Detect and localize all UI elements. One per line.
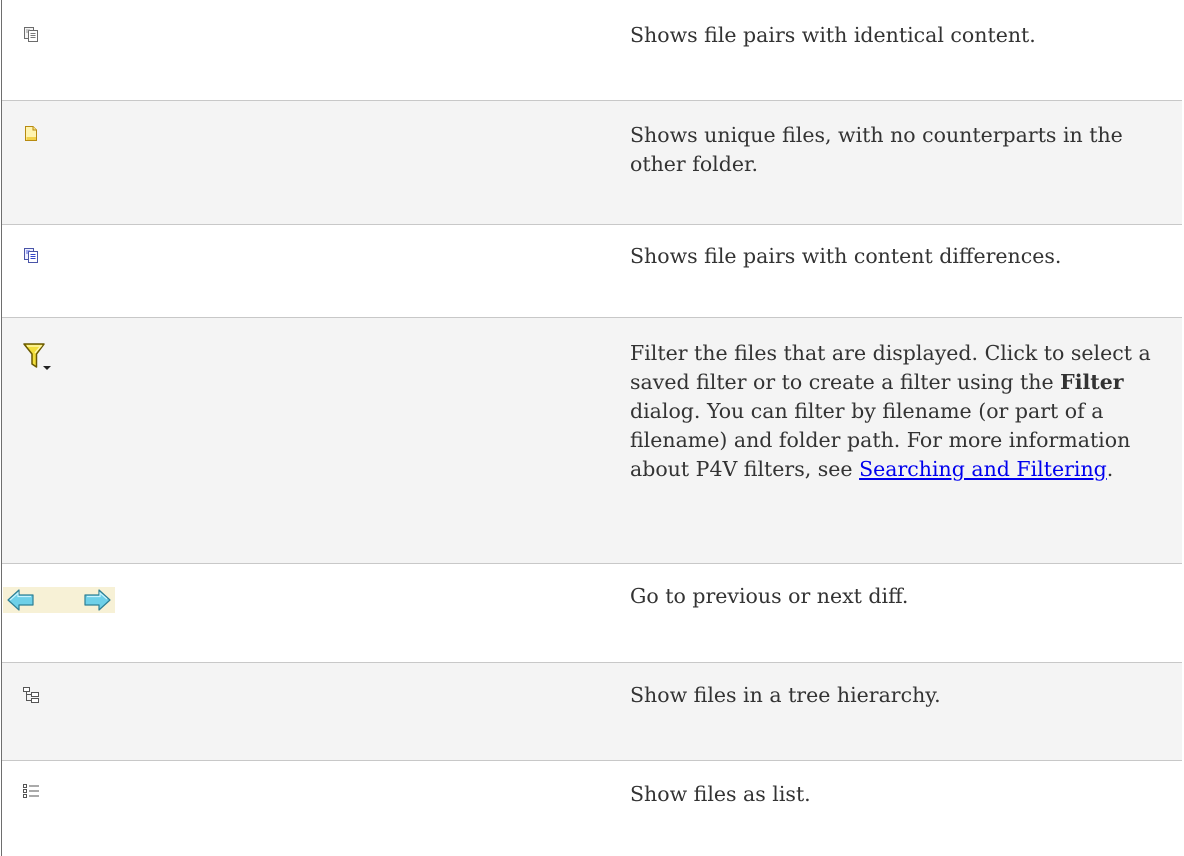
icon-cell <box>2 0 617 101</box>
filter-dialog-name: Filter <box>1060 370 1123 394</box>
icon-cell <box>2 318 617 564</box>
table-row: Shows file pairs with content difference… <box>2 225 1183 318</box>
table-row: Show files in a tree hierarchy. <box>2 663 1183 761</box>
icon-cell <box>2 564 617 663</box>
description-cell: Go to previous or next diff. <box>616 564 1182 663</box>
description-cell: Shows file pairs with identical content. <box>616 0 1182 101</box>
table-row: Shows file pairs with identical content. <box>2 0 1183 101</box>
description-cell: Show files as list. <box>616 761 1182 856</box>
list-view-icon <box>23 783 40 800</box>
table-row: Shows unique files, with no counterparts… <box>2 101 1183 225</box>
description-cell: Shows file pairs with content difference… <box>616 225 1182 318</box>
unique-file-icon <box>23 125 39 142</box>
description-cell: Show files in a tree hierarchy. <box>616 663 1182 761</box>
icon-description-table: Shows file pairs with identical content.… <box>1 0 1182 856</box>
previous-next-arrows-icon <box>23 587 115 613</box>
table-row: Show files as list. <box>2 761 1183 856</box>
row-description: Shows file pairs with content difference… <box>630 242 1176 271</box>
row-description: Show files as list. <box>630 780 1176 809</box>
row-description: Show files in a tree hierarchy. <box>630 681 1176 710</box>
icon-cell <box>2 761 617 856</box>
table-row: Go to previous or next diff. <box>2 564 1183 663</box>
row-description: Shows unique files, with no counterparts… <box>630 121 1176 179</box>
table-row: Filter the files that are displayed. Cli… <box>2 318 1183 564</box>
tree-hierarchy-icon <box>23 687 40 704</box>
identical-files-icon <box>23 26 40 43</box>
filter-funnel-icon <box>23 342 53 372</box>
searching-and-filtering-link[interactable]: Searching and Filtering <box>859 457 1107 481</box>
different-files-icon <box>23 247 40 264</box>
row-description: Filter the files that are displayed. Cli… <box>630 339 1176 484</box>
icon-cell <box>2 225 617 318</box>
description-cell: Filter the files that are displayed. Cli… <box>616 318 1182 564</box>
description-text: . <box>1107 457 1114 481</box>
row-description: Go to previous or next diff. <box>630 582 1176 611</box>
icon-cell <box>2 101 617 225</box>
description-cell: Shows unique files, with no counterparts… <box>616 101 1182 225</box>
row-description: Shows file pairs with identical content. <box>630 21 1176 50</box>
icon-cell <box>2 663 617 761</box>
